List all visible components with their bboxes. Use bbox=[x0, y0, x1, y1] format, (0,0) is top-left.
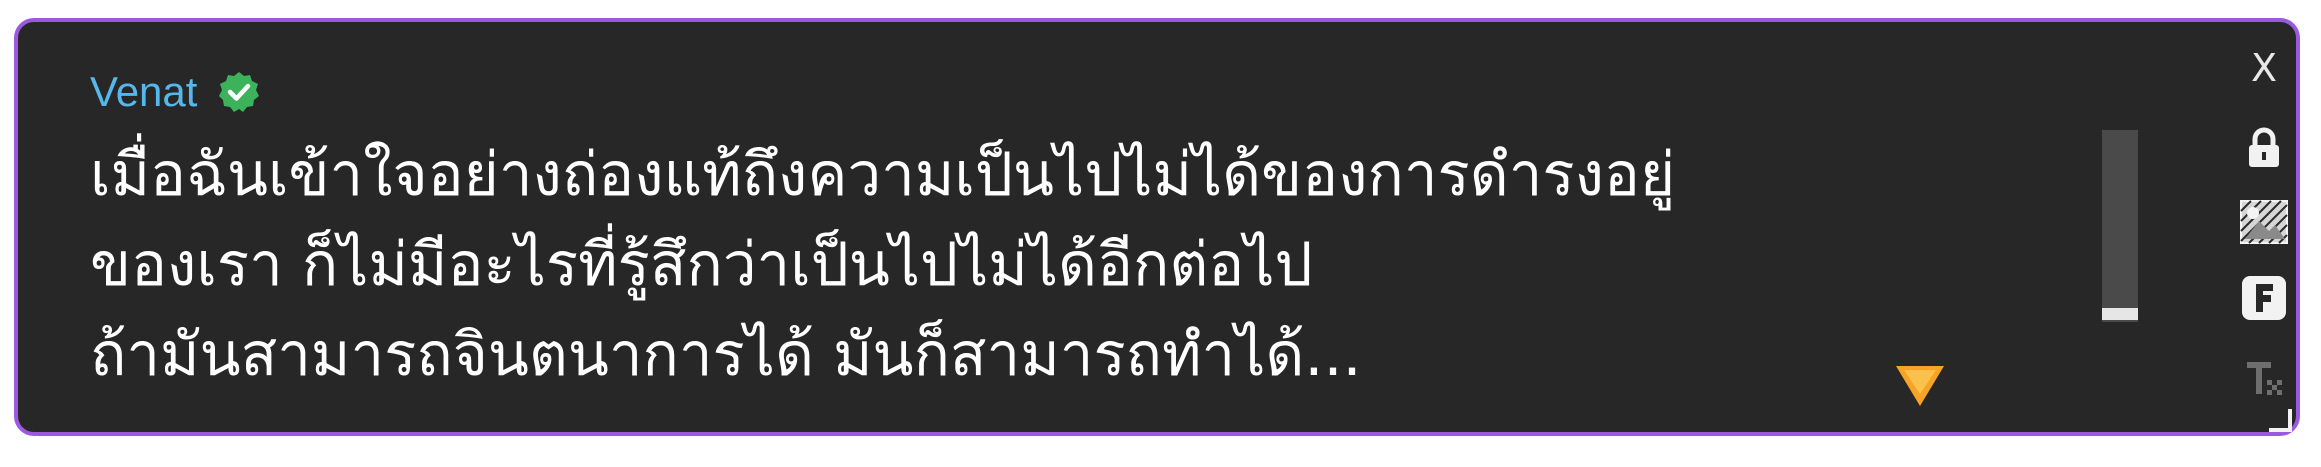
font-icon bbox=[2242, 276, 2286, 320]
speaker-header: Venat bbox=[90, 70, 261, 114]
verified-badge-icon bbox=[219, 72, 260, 112]
dialogue-text: เมื่อฉันเข้าใจอย่างถ่องแท้ถึงความเป็นไปไ… bbox=[90, 130, 1990, 400]
continue-arrow-icon[interactable] bbox=[1894, 364, 1946, 408]
font-button[interactable] bbox=[2236, 274, 2292, 322]
resize-handle-icon[interactable] bbox=[2266, 406, 2294, 434]
dialogue-line: ของเรา ก็ไม่มีอะไรที่รู้สึกว่าเป็นไปไม่ไ… bbox=[90, 230, 1313, 300]
image-icon bbox=[2240, 200, 2288, 244]
clear-format-button[interactable] bbox=[2236, 354, 2292, 402]
image-toggle-button[interactable] bbox=[2236, 198, 2292, 246]
clear-format-icon bbox=[2247, 362, 2282, 395]
close-button[interactable]: X bbox=[2236, 44, 2292, 92]
dialogue-line: ถ้ามันสามารถจินตนาการได้ มันก็สามารถทำได… bbox=[90, 320, 1362, 390]
lock-button[interactable] bbox=[2236, 124, 2292, 172]
close-icon: X bbox=[2250, 46, 2278, 90]
scrollbar-track[interactable] bbox=[2102, 130, 2138, 322]
scrollbar-thumb[interactable] bbox=[2102, 308, 2138, 320]
dialogue-window: Venat เมื่อฉันเข้าใจอย่างถ่องแท้ถึงความเ… bbox=[14, 18, 2300, 436]
speaker-name: Venat bbox=[90, 68, 198, 115]
dialogue-line: เมื่อฉันเข้าใจอย่างถ่องแท้ถึงความเป็นไปไ… bbox=[90, 140, 1676, 210]
lock-icon bbox=[2249, 127, 2279, 167]
